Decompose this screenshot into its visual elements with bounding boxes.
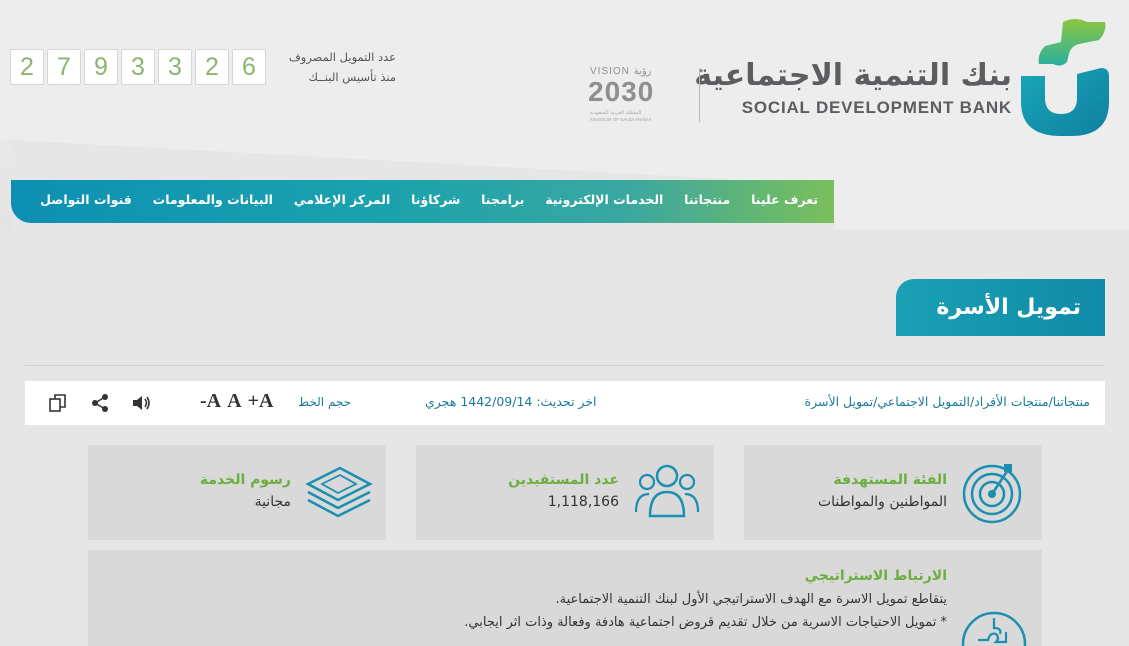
strategic-alignment-bullet: * تمويل الاحتياجات الاسرية من خلال تقديم…: [464, 615, 947, 630]
vision-sub-arabic: المملكة العربية السعودية: [590, 110, 642, 116]
beneficiaries-value: 1,118,166: [547, 494, 619, 510]
puzzle-icon: [961, 611, 1027, 646]
font-size-label: حجم الخط: [298, 395, 352, 409]
copy-icon[interactable]: [47, 392, 69, 414]
nav-item-about[interactable]: تعرف علينا: [751, 192, 818, 212]
page-title-box: تمويل الأسرة: [896, 279, 1105, 336]
target-icon: [962, 464, 1022, 524]
font-increase-button[interactable]: A+: [248, 390, 274, 413]
nav-item-products[interactable]: منتجاتنا: [684, 192, 730, 212]
bank-name-english: SOCIAL DEVELOPMENT BANK: [741, 98, 1012, 117]
target-group-value: المواطنين والمواطنات: [817, 494, 947, 510]
vision-number: 2030: [588, 76, 655, 107]
nav-item-programs[interactable]: برامجنا: [481, 192, 524, 212]
nav-item-e-services[interactable]: الخدمات الإلكترونية: [545, 192, 663, 212]
counter-digit: 6: [232, 49, 266, 85]
counter-digit: 2: [10, 49, 44, 85]
service-fees-title: رسوم الخدمة: [199, 472, 291, 488]
strategic-alignment-title: الارتباط الاستراتيجي: [804, 568, 947, 584]
font-decrease-button[interactable]: A-: [200, 390, 221, 413]
share-icon[interactable]: [89, 392, 111, 414]
counter-digit: 7: [47, 49, 81, 85]
money-stack-icon: [305, 466, 373, 518]
strategic-alignment-text: يتقاطع تمويل الاسرة مع الهدف الاستراتيجي…: [555, 592, 947, 607]
service-fees-value: مجانية: [254, 494, 291, 510]
nav-item-contact-channels[interactable]: قنوات التواصل: [40, 192, 132, 212]
vision-sub-english: KINGDOM OF SAUDI ARABIA: [590, 117, 652, 122]
font-size-controls: A- A A+: [200, 390, 273, 413]
page-title: تمويل الأسرة: [936, 295, 1081, 320]
last-update-date: اخر تحديث: 1442/09/14 هجري: [425, 394, 597, 409]
bank-logo-icon[interactable]: [1017, 18, 1109, 138]
font-normal-button[interactable]: A: [227, 390, 241, 413]
title-divider: [25, 365, 1105, 366]
users-icon: [634, 464, 700, 518]
counter-label-line1: عدد التمويل المصروف: [288, 50, 396, 64]
header-divider: [699, 68, 700, 122]
speaker-icon[interactable]: [130, 392, 152, 414]
counter-digit: 3: [158, 49, 192, 85]
nav-item-media-center[interactable]: المركز الإعلامي: [294, 192, 391, 212]
counter-digit: 2: [195, 49, 229, 85]
breadcrumb[interactable]: منتجاتنا/منتجات الأفراد/التمويل الاجتماع…: [805, 394, 1090, 409]
counter-label-line2: منذ تأسيس البنــك: [308, 70, 396, 84]
nav-item-partners[interactable]: شركاؤنا: [411, 192, 460, 212]
beneficiaries-title: عدد المستفيدين: [508, 472, 619, 488]
counter-digit: 9: [84, 49, 118, 85]
bank-name-arabic: بنك التنمية الاجتماعية: [694, 58, 1012, 93]
counter-digit: 3: [121, 49, 155, 85]
vision-2030-logo: VISION رؤية 2030 المملكة العربية السعودي…: [586, 66, 676, 126]
nav-item-data-info[interactable]: البيانات والمعلومات: [153, 192, 273, 212]
main-navigation: تعرف علينا منتجاتنا الخدمات الإلكترونية …: [40, 192, 818, 212]
funding-counter: 2 7 9 3 3 2 6: [10, 49, 266, 85]
target-group-title: الفئة المستهدفة: [833, 472, 947, 488]
